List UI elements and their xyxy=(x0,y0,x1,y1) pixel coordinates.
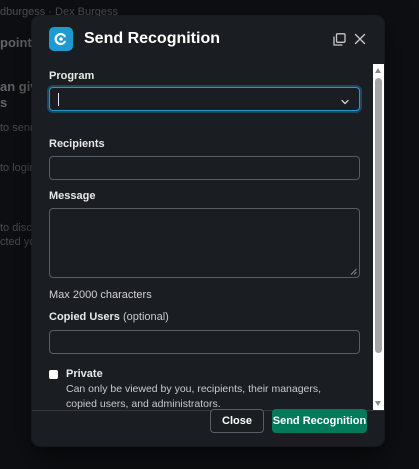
private-description: Can only be viewed by you, recipients, t… xyxy=(66,383,322,410)
scrollbar-thumb[interactable] xyxy=(375,78,382,353)
copied-users-label: Copied Users (optional) xyxy=(49,311,169,323)
message-label: Message xyxy=(49,190,96,202)
private-checkbox[interactable] xyxy=(49,370,58,379)
recognition-app-icon xyxy=(49,27,73,51)
modal-scrollbar[interactable] xyxy=(373,64,384,410)
modal-title: Send Recognition xyxy=(84,30,220,47)
resize-handle-icon[interactable] xyxy=(350,268,357,275)
message-char-limit: Max 2000 characters xyxy=(49,289,152,301)
close-button[interactable]: Close xyxy=(210,409,264,433)
modal-header: Send Recognition xyxy=(32,16,384,64)
program-select[interactable] xyxy=(49,87,360,111)
text-caret xyxy=(58,93,59,106)
close-icon[interactable] xyxy=(351,30,369,48)
popout-icon[interactable] xyxy=(330,30,348,48)
modal-body: Program Recipients Message Max 2000 char… xyxy=(32,64,384,410)
scroll-down-arrow-icon[interactable] xyxy=(375,401,381,406)
send-recognition-modal: Send Recognition Program Recipients Mess… xyxy=(32,16,384,446)
recipients-input[interactable] xyxy=(49,156,360,180)
chevron-down-icon xyxy=(340,94,350,112)
send-recognition-button[interactable]: Send Recognition xyxy=(272,409,367,433)
scroll-up-arrow-icon[interactable] xyxy=(375,68,381,73)
private-label: Private xyxy=(66,368,103,380)
optional-tag: (optional) xyxy=(122,311,169,323)
program-label: Program xyxy=(49,70,95,82)
message-textarea[interactable] xyxy=(49,208,360,278)
copied-users-label-text: Copied Users xyxy=(49,311,120,323)
recipients-label: Recipients xyxy=(49,138,105,150)
copied-users-input[interactable] xyxy=(49,330,360,354)
